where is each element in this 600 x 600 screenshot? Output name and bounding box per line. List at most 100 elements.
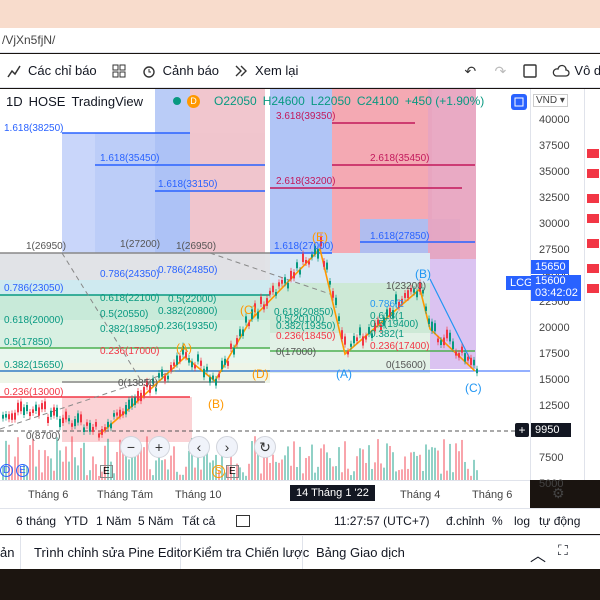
candle-body (284, 277, 286, 284)
currency-select[interactable]: VND ▾ (533, 94, 568, 107)
event-marker[interactable]: E (16, 464, 29, 477)
undo-button[interactable]: ↶ (462, 63, 478, 79)
gear-icon[interactable]: ⚙ (552, 485, 565, 502)
volume-bar (68, 461, 70, 480)
log-toggle[interactable]: log (514, 514, 530, 528)
time-axis[interactable]: Tháng 6 Tháng Tám Tháng 10 14 Tháng 1 '2… (0, 480, 565, 508)
replay-button[interactable]: Xem lại (233, 63, 298, 79)
fib-label: 0.5(22000) (168, 294, 217, 305)
volume-bar (422, 471, 424, 480)
candle-body (137, 390, 139, 401)
delay-badge: D (187, 94, 201, 108)
candle-body (116, 412, 118, 416)
volume-bar (335, 466, 337, 480)
candle-body (242, 329, 244, 336)
candle-body (296, 262, 298, 269)
maximize-icon[interactable]: ⛶ (558, 542, 568, 559)
volume-bar (239, 467, 241, 480)
alert-flag[interactable] (587, 284, 599, 293)
candle-body (428, 318, 430, 324)
volume-bar (188, 450, 190, 480)
tab-trading-panel[interactable]: Bảng Giao dịch (316, 545, 405, 560)
indicators-button[interactable]: Các chỉ báo (6, 63, 97, 79)
candle-body (308, 261, 310, 265)
candle-body (179, 355, 181, 362)
settings-icon[interactable] (511, 94, 527, 110)
candle-body (65, 411, 67, 420)
date-range-icon[interactable] (236, 515, 250, 527)
current-price-tag: 15650 (531, 260, 569, 274)
tab-pine-editor[interactable]: Trình chỉnh sửa Pine Editor (34, 545, 192, 560)
volume-bar (437, 450, 439, 480)
volume-bar (128, 459, 130, 480)
chart-canvas[interactable]: 1.618(38250) 1.618(35450) 1.618(33150) 3.61… (0, 89, 530, 480)
adjust-toggle[interactable]: đ.chỉnh (446, 514, 485, 528)
range-5y[interactable]: 5 Năm (138, 514, 173, 528)
alert-flag[interactable] (587, 149, 599, 158)
chart-svg[interactable] (0, 89, 530, 480)
volume-bar (365, 462, 367, 480)
volume-bar (419, 454, 421, 480)
layout-grid-button[interactable] (111, 63, 127, 79)
candle-body (26, 405, 28, 412)
candle-body (140, 392, 142, 402)
range-6m[interactable]: 6 tháng (16, 514, 56, 528)
alert-flag[interactable] (587, 264, 599, 273)
wave-label-b2: (B) (415, 267, 431, 281)
candle-body (287, 282, 289, 289)
tab-strategy-tester[interactable]: Kiểm tra Chiến lược (193, 545, 309, 560)
volume-bar (356, 456, 358, 480)
event-marker[interactable]: E (100, 465, 113, 478)
candle-body (332, 291, 334, 298)
reset-chart-button[interactable]: ↻ (254, 436, 276, 458)
range-1y[interactable]: 1 Năm (96, 514, 131, 528)
cloud-save-button[interactable]: Vô danh (552, 63, 600, 79)
candle-body (272, 285, 274, 293)
zoom-out-button[interactable]: − (120, 436, 142, 458)
candle-body (416, 291, 418, 298)
volume-bar (410, 452, 412, 480)
alert-flag[interactable] (587, 194, 599, 203)
scroll-right-button[interactable]: › (216, 436, 238, 458)
candle-body (113, 413, 115, 417)
alert-flag[interactable] (587, 214, 599, 223)
zoom-in-button[interactable]: + (148, 436, 170, 458)
grid-icon (111, 63, 127, 79)
scroll-left-button[interactable]: ‹ (188, 436, 210, 458)
fib-label: 0.236(19350) (158, 321, 218, 332)
alert-flag[interactable] (587, 239, 599, 248)
alerts-button[interactable]: Cảnh báo (141, 63, 219, 79)
candle-body (449, 332, 451, 342)
volume-bar (284, 455, 286, 480)
fib-label: 0.786(24850) (158, 265, 218, 276)
volume-bar (326, 452, 328, 480)
add-alert-icon[interactable]: + (515, 423, 529, 437)
redo-button[interactable]: ↷ (492, 63, 508, 79)
candle-body (224, 358, 226, 365)
range-all[interactable]: Tất cả (182, 514, 215, 528)
url-bar[interactable]: /VjXn5fjN/ (0, 28, 600, 53)
split-marker[interactable]: S (212, 465, 225, 478)
auto-toggle[interactable]: tự động (539, 514, 580, 528)
percent-toggle[interactable]: % (492, 514, 503, 528)
tab-divider (20, 536, 21, 570)
fib-label: 0(17000) (276, 347, 317, 358)
candle-body (302, 253, 304, 262)
chevron-up-icon[interactable]: ︿ (530, 542, 546, 566)
clock[interactable]: 11:27:57 (UTC+7) (334, 514, 430, 528)
candle-body (299, 270, 301, 275)
fullscreen-button[interactable] (522, 63, 538, 79)
volume-bar (467, 468, 469, 480)
volume-bar (287, 446, 289, 480)
range-ytd[interactable]: YTD (64, 514, 88, 528)
candle-body (200, 360, 202, 366)
tab-screener[interactable]: ản (0, 545, 14, 560)
candle-body (437, 338, 439, 343)
event-marker[interactable]: E (226, 465, 239, 478)
event-marker[interactable]: D (0, 464, 14, 477)
volume-bar (329, 458, 331, 480)
event-markers-left[interactable]: D E (0, 464, 29, 477)
alert-flag[interactable] (587, 169, 599, 178)
candle-body (278, 282, 280, 287)
interval-label[interactable]: 1D (6, 94, 23, 109)
